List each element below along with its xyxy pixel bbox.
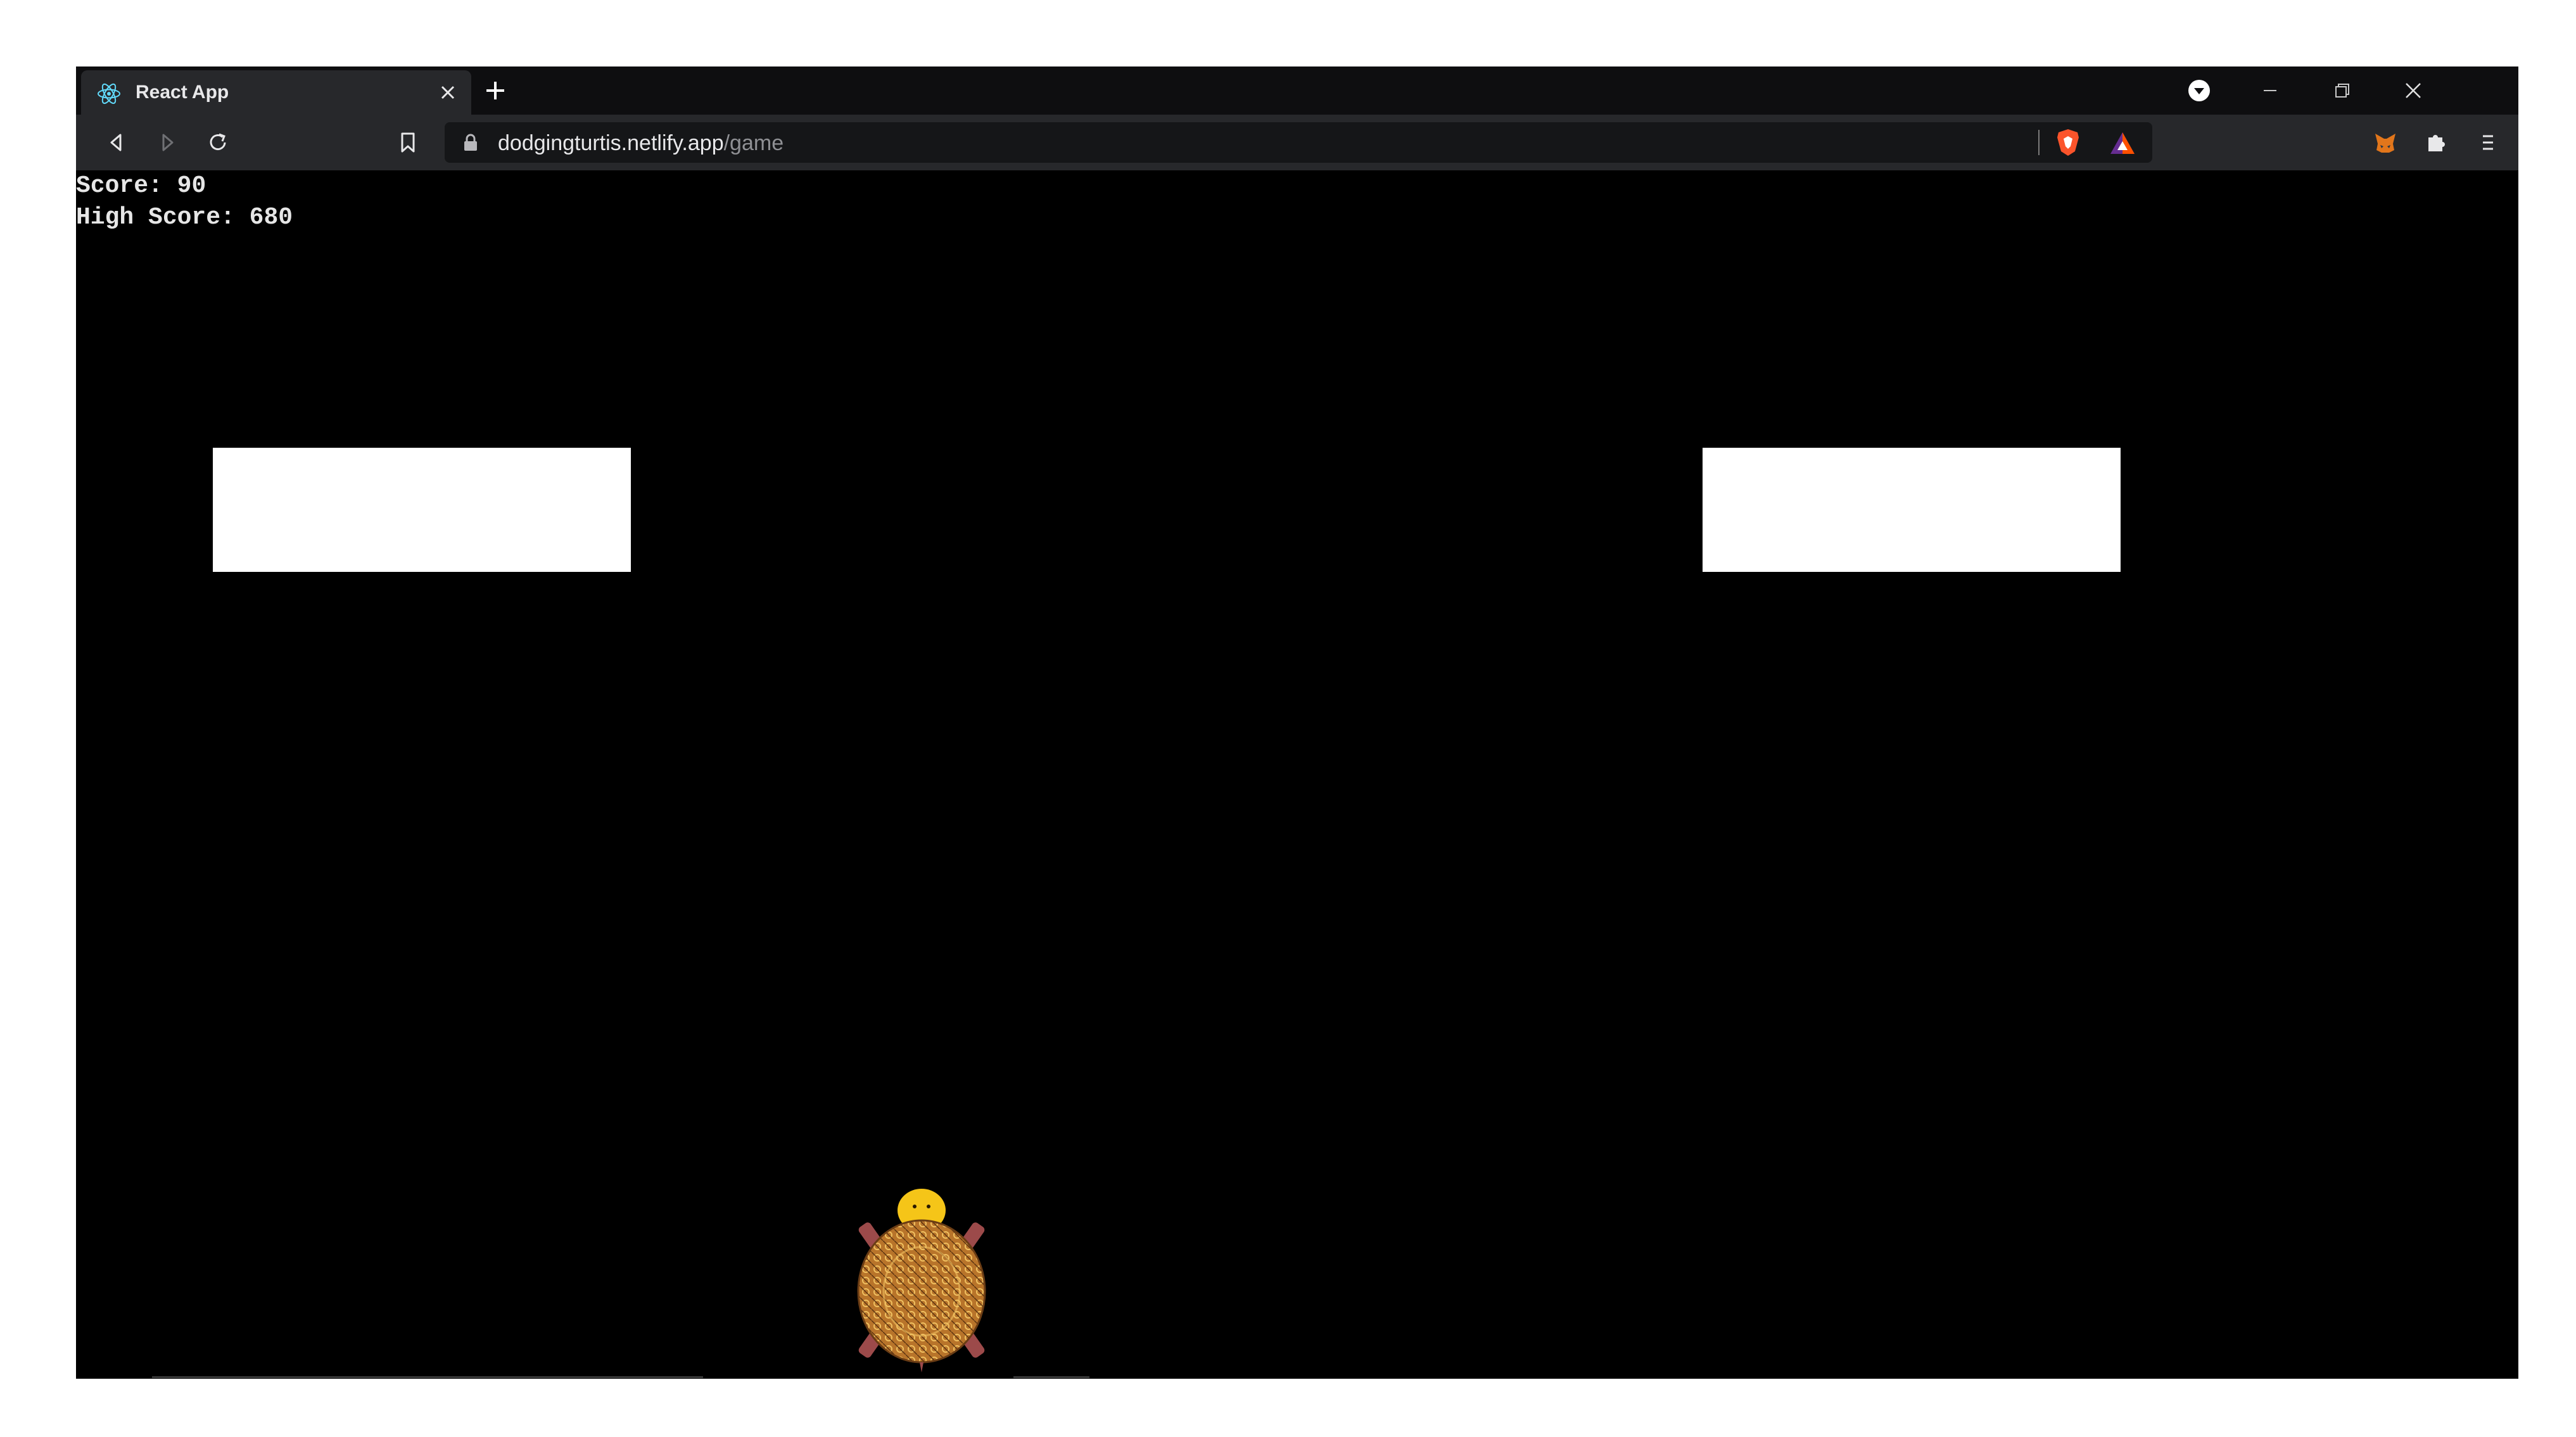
browser-window: React App dodgingturtis.netlify.app/game…: [76, 66, 2518, 1379]
floor-line: [1013, 1376, 1089, 1378]
reload-icon[interactable]: [204, 129, 232, 156]
tab-strip: React App: [76, 66, 2518, 115]
menu-icon[interactable]: [2474, 129, 2502, 156]
metamask-icon[interactable]: [2371, 129, 2399, 156]
game-area[interactable]: Score: 90 High Score: 680: [76, 170, 2518, 1379]
url-path: /game: [723, 131, 784, 155]
tab-react-app[interactable]: React App: [81, 70, 471, 115]
floor-line: [152, 1376, 703, 1378]
tab-title: React App: [136, 82, 229, 103]
back-icon[interactable]: [103, 129, 130, 156]
toolbar: dodgingturtis.netlify.app/game: [76, 115, 2518, 170]
close-icon[interactable]: [437, 82, 459, 103]
extensions-icon[interactable]: [2422, 129, 2450, 156]
score-hud: Score: 90 High Score: 680: [76, 170, 293, 234]
brave-rewards-icon[interactable]: [2108, 129, 2137, 158]
forward-icon[interactable]: [153, 129, 181, 156]
url-separator: [2038, 130, 2040, 155]
falling-block-right: [1703, 448, 2121, 572]
restore-icon[interactable]: [2330, 78, 2355, 103]
plus-icon[interactable]: [484, 79, 507, 102]
bookmark-icon[interactable]: [394, 129, 422, 156]
high-score-line: High Score: 680: [76, 202, 293, 234]
minimize-icon[interactable]: [2257, 78, 2283, 103]
url-text[interactable]: dodgingturtis.netlify.app/game: [498, 131, 784, 156]
brave-shields-icon[interactable]: [2053, 127, 2083, 158]
score-value: 90: [177, 172, 206, 199]
falling-block-left: [213, 448, 631, 572]
high-score-label: High Score:: [76, 204, 235, 231]
profile-dropdown-icon[interactable]: [2186, 78, 2212, 103]
score-line: Score: 90: [76, 170, 293, 202]
address-bar[interactable]: dodgingturtis.netlify.app/game: [445, 122, 2152, 163]
turtle-player[interactable]: [849, 1184, 994, 1374]
url-host: dodgingturtis.netlify.app: [498, 131, 724, 155]
score-label: Score:: [76, 172, 163, 199]
window-close-icon[interactable]: [2401, 78, 2426, 103]
lock-icon: [464, 134, 477, 151]
react-icon: [98, 83, 120, 104]
high-score-value: 680: [249, 204, 293, 231]
